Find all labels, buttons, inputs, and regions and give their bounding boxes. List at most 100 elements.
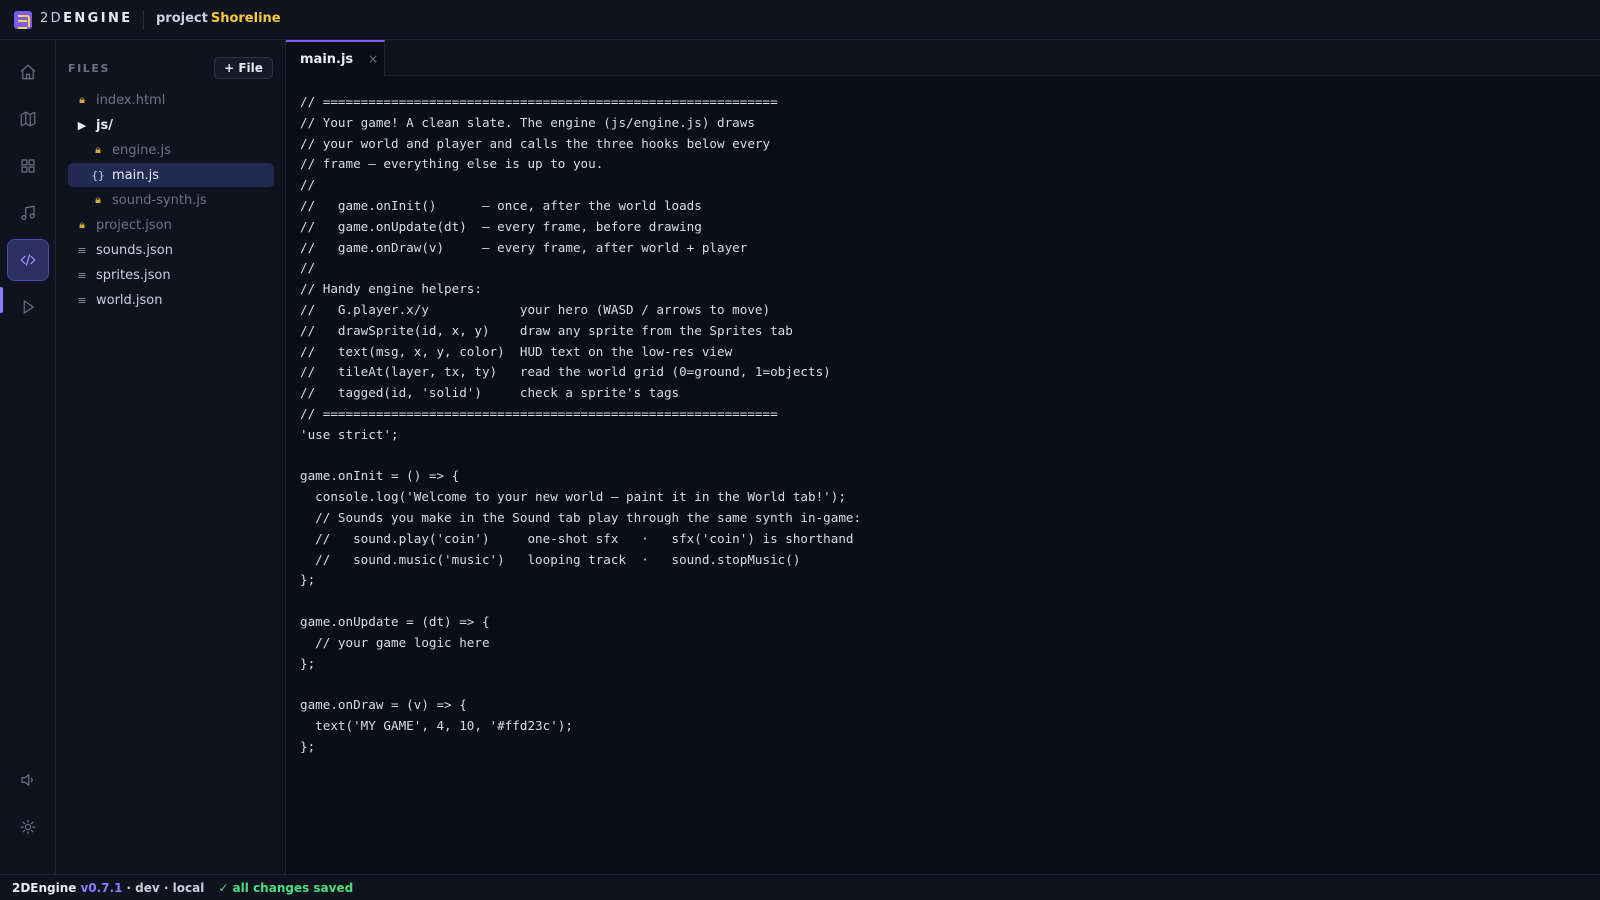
file-item-sounds-json[interactable]: ≡ sounds.json (68, 238, 274, 262)
code-line: // Your game! A clean slate. The engine … (300, 114, 755, 130)
code-line: // (300, 260, 316, 276)
status-environment: · dev · local (126, 880, 205, 895)
code-editor-pane: main.js × // ===========================… (286, 40, 1600, 874)
map-icon (20, 111, 36, 127)
lock-icon: 🔒︎ (95, 143, 101, 156)
active-rail-indicator (0, 287, 3, 313)
file-item-project-json[interactable]: 🔒︎ project.json (68, 213, 274, 237)
code-line: // your game logic here (300, 634, 490, 650)
logo-icon (14, 11, 32, 29)
file-item-main-js[interactable]: {} main.js (68, 163, 274, 187)
header-divider (143, 10, 144, 30)
lock-icon: 🔒︎ (95, 193, 101, 206)
project-indicator[interactable]: project Shoreline (156, 11, 281, 26)
brand-num: 2D (40, 11, 64, 26)
close-icon[interactable]: × (368, 52, 378, 66)
code-line: // sound.music('music') looping track · … (300, 551, 801, 567)
caret-right-icon: ▶ (77, 118, 87, 132)
code-line: // (300, 177, 316, 193)
file-name: world.json (96, 292, 163, 308)
status-save-state: ✓ all changes saved (218, 880, 354, 895)
speaker-icon (21, 774, 33, 786)
rail-home-button[interactable] (7, 51, 49, 93)
code-text-area[interactable]: // =====================================… (300, 92, 1580, 758)
code-line: }; (300, 738, 316, 754)
code-line: // Handy engine helpers: (300, 281, 482, 297)
lines-icon: ≡ (77, 268, 87, 282)
file-name: sound-synth.js (112, 192, 207, 208)
file-item-world-json[interactable]: ≡ world.json (68, 288, 274, 312)
tab-main-js[interactable]: main.js × (286, 40, 385, 76)
code-line: game.onDraw = (v) => { (300, 697, 467, 713)
lines-icon: ≡ (77, 293, 87, 307)
file-name: index.html (96, 92, 166, 108)
brand-word: ENGINE (63, 11, 133, 26)
rail-code-button[interactable] (7, 239, 49, 281)
rail-theme-button[interactable] (7, 806, 49, 848)
code-icon (20, 254, 36, 266)
brand-title: 2DENGINE (40, 11, 133, 26)
file-name: sounds.json (96, 242, 173, 258)
code-line: // text(msg, x, y, color) HUD text on th… (300, 343, 733, 359)
folder-name: js/ (96, 117, 113, 133)
braces-icon: {} (91, 168, 105, 182)
editor-tab-bar: main.js × (286, 40, 1600, 76)
file-item-sound-synth-js[interactable]: 🔒︎ sound-synth.js (68, 188, 274, 212)
status-bar: 2DEngine v0.7.1 · dev · local ✓ all chan… (0, 874, 1600, 900)
code-line: // drawSprite(id, x, y) draw any sprite … (300, 322, 793, 338)
code-line: // Sounds you make in the Sound tab play… (300, 509, 862, 525)
folder-item-js[interactable]: ▶ js/ (68, 113, 274, 137)
play-icon (23, 300, 34, 314)
code-line: console.log('Welcome to your new world —… (300, 489, 846, 505)
lock-icon: 🔒︎ (79, 218, 85, 231)
code-line: // G.player.x/y your hero (WASD / arrows… (300, 301, 771, 317)
files-title: FILES (68, 62, 111, 75)
status-version: v0.7.1 (80, 880, 123, 895)
code-line: // =====================================… (300, 94, 778, 109)
code-line: // tileAt(layer, tx, ty) read the world … (300, 364, 831, 380)
lock-icon: 🔒︎ (79, 93, 85, 106)
sun-icon (20, 819, 36, 835)
code-line: // game.onDraw(v) — every frame, after w… (300, 239, 748, 255)
code-line: // sound.play('coin') one-shot sfx · sfx… (300, 530, 854, 546)
project-label: project (156, 11, 208, 26)
rail-sprites-button[interactable] (7, 145, 49, 187)
top-bar: 2DENGINE project Shoreline (0, 0, 1600, 40)
rail-play-button[interactable] (7, 286, 49, 328)
code-line: // game.onUpdate(dt) — every frame, befo… (300, 218, 702, 234)
code-line: game.onUpdate = (dt) => { (300, 613, 490, 629)
lines-icon: ≡ (77, 243, 87, 257)
file-name: project.json (96, 217, 172, 233)
rail-world-button[interactable] (7, 98, 49, 140)
project-name: Shoreline (210, 11, 281, 26)
file-name: engine.js (112, 142, 171, 158)
status-app-name: 2DEngine (12, 880, 77, 895)
file-item-sprites-json[interactable]: ≡ sprites.json (68, 263, 274, 287)
file-name: main.js (112, 167, 159, 183)
music-icon (21, 205, 35, 220)
code-line: // your world and player and calls the t… (300, 135, 771, 151)
file-name: sprites.json (96, 267, 171, 283)
code-line: text('MY GAME', 4, 10, '#ffd23c'); (300, 717, 573, 733)
file-item-engine-js[interactable]: 🔒︎ engine.js (68, 138, 274, 162)
tab-label: main.js (300, 51, 354, 67)
code-line: game.onInit = () => { (300, 468, 460, 484)
code-line: // game.onInit() — once, after the world… (300, 197, 702, 213)
code-line: // =====================================… (300, 405, 778, 421)
code-line: // frame — everything else is up to you. (300, 156, 604, 172)
code-line: }; (300, 655, 316, 671)
code-line: }; (300, 572, 316, 588)
code-line: // tagged(id, 'solid') check a sprite's … (300, 385, 680, 401)
rail-sound-button[interactable] (7, 192, 49, 234)
home-icon (20, 64, 36, 80)
file-explorer: FILES + File 🔒︎ index.html ▶ js/ 🔒︎ engi… (56, 40, 286, 874)
add-file-button[interactable]: + File (214, 57, 273, 79)
activity-rail (0, 40, 56, 874)
code-line: 'use strict'; (300, 426, 399, 442)
file-item-index-html[interactable]: 🔒︎ index.html (68, 88, 274, 112)
grid-icon (21, 159, 35, 173)
rail-volume-button[interactable] (7, 759, 49, 801)
